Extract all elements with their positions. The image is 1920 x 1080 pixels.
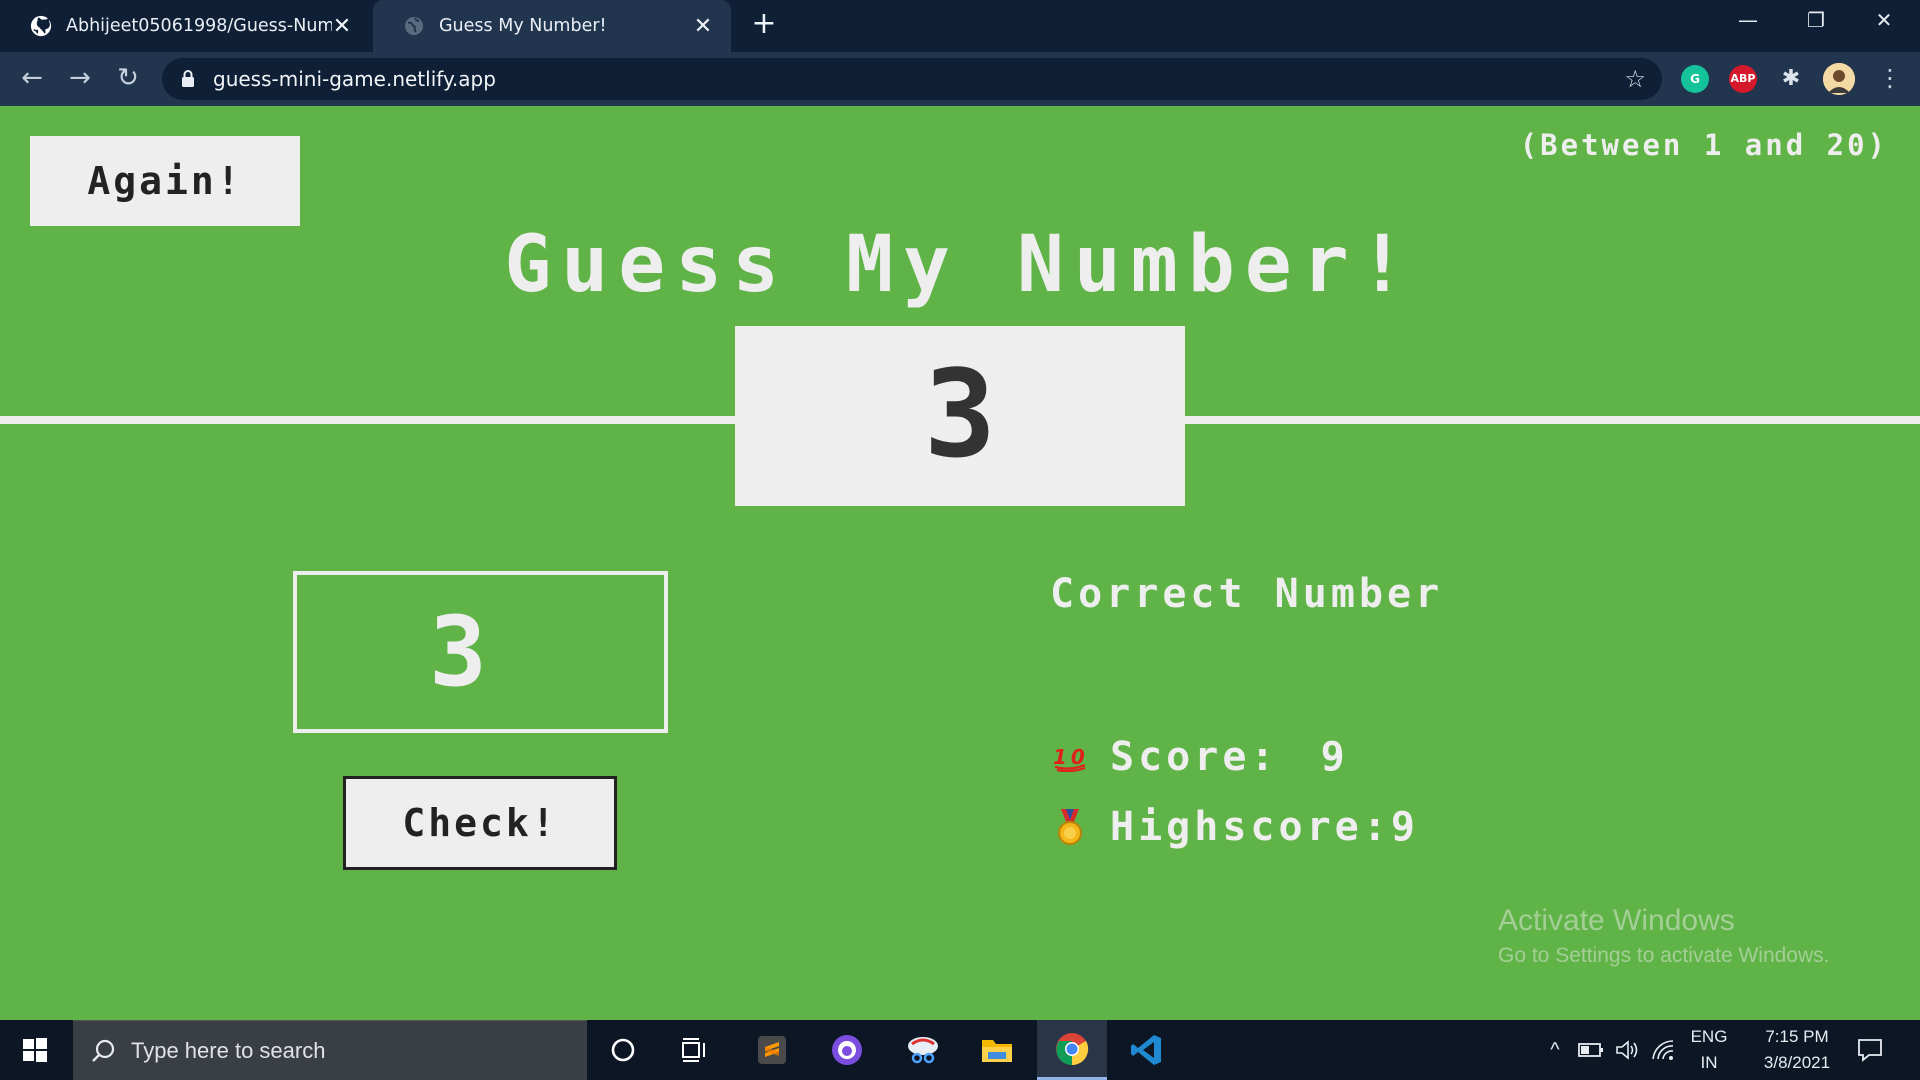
result-message: Correct Number xyxy=(1050,571,1444,617)
highscore-label: Highscore: xyxy=(1110,804,1391,850)
restore-icon[interactable]: ❐ xyxy=(1782,0,1850,44)
score-label: Score: xyxy=(1110,734,1307,780)
github-icon xyxy=(30,15,52,37)
tab-github[interactable]: Abhijeet05061998/Guess-Number-Game ✕ xyxy=(0,0,370,52)
snipping-tool-icon[interactable] xyxy=(888,1020,958,1080)
highscore-value: 9 xyxy=(1390,804,1419,850)
adblock-icon[interactable]: ABP xyxy=(1729,65,1757,93)
again-button[interactable]: Again! xyxy=(30,136,300,226)
search-placeholder: Type here to search xyxy=(131,1038,326,1063)
wifi-icon[interactable] xyxy=(1648,1020,1678,1080)
tab-title: Abhijeet05061998/Guess-Number-Game xyxy=(66,16,332,36)
clock-date: 3/8/2021 xyxy=(1763,1053,1831,1072)
page-title: Guess My Number! xyxy=(504,220,1416,310)
score-row: 100 Score: 9 xyxy=(1050,734,1349,780)
close-tab-icon[interactable]: ✕ xyxy=(332,14,352,39)
forward-arrow-icon[interactable]: → xyxy=(62,60,98,96)
secret-number-box: 3 xyxy=(735,326,1185,506)
browser-tab-strip: Abhijeet05061998/Guess-Number-Game ✕ Gue… xyxy=(0,0,1920,52)
watermark-title: Activate Windows xyxy=(1498,904,1735,937)
battery-icon[interactable] xyxy=(1576,1020,1606,1080)
taskbar-search[interactable]: Type here to search xyxy=(73,1020,587,1080)
new-tab-button[interactable]: + xyxy=(748,9,780,41)
reload-icon[interactable]: ↻ xyxy=(110,60,146,96)
score-value: 9 xyxy=(1320,734,1349,780)
lock-icon xyxy=(180,69,198,89)
puzzle-icon[interactable]: ✱ xyxy=(1777,65,1805,93)
system-clock[interactable]: 7:15 PM 3/8/2021 xyxy=(1742,1024,1852,1076)
hundred-points-icon: 100 xyxy=(1050,742,1090,772)
chrome-icon[interactable] xyxy=(1037,1020,1107,1080)
adblock-label: ABP xyxy=(1730,72,1756,85)
game-page: Again! (Between 1 and 20) Guess My Numbe… xyxy=(0,106,1920,1020)
file-explorer-icon[interactable] xyxy=(962,1020,1032,1080)
browser-toolbar: ← → ↻ guess-mini-game.netlify.app ☆ G AB… xyxy=(0,52,1920,106)
guess-input[interactable] xyxy=(293,571,668,733)
activate-windows-watermark: Activate Windows Go to Settings to activ… xyxy=(1498,904,1830,968)
volume-icon[interactable] xyxy=(1612,1020,1642,1080)
windows-start-icon[interactable] xyxy=(0,1020,70,1080)
sublime-text-icon[interactable] xyxy=(737,1020,807,1080)
back-arrow-icon[interactable]: ← xyxy=(14,60,50,96)
notification-icon[interactable] xyxy=(1850,1020,1890,1080)
cortana-icon[interactable] xyxy=(588,1020,658,1080)
clock-time: 7:15 PM xyxy=(1765,1027,1829,1046)
tab-title: Guess My Number! xyxy=(439,16,607,36)
search-icon xyxy=(91,1038,117,1068)
highscore-row: Highscore: 9 xyxy=(1050,804,1419,850)
close-window-icon[interactable]: ✕ xyxy=(1850,0,1918,44)
minimize-icon[interactable]: — xyxy=(1714,0,1782,44)
range-hint: (Between 1 and 20) xyxy=(1519,128,1888,162)
watermark-subtitle: Go to Settings to activate Windows. xyxy=(1498,944,1830,967)
check-button[interactable]: Check! xyxy=(343,776,617,870)
menu-kebab-icon[interactable]: ⋮ xyxy=(1872,60,1908,96)
close-tab-icon[interactable]: ✕ xyxy=(693,14,713,39)
globe-icon xyxy=(403,15,425,37)
language-code: ENG xyxy=(1690,1027,1728,1046)
chevron-up-icon[interactable]: ^ xyxy=(1540,1020,1570,1080)
bookmark-star-icon[interactable]: ☆ xyxy=(1624,58,1646,100)
region-code: IN xyxy=(1700,1053,1718,1072)
github-desktop-icon[interactable] xyxy=(812,1020,882,1080)
tab-guess-my-number[interactable]: Guess My Number! ✕ xyxy=(373,0,731,52)
windows-taskbar: Type here to search ^ ENG IN 7:15 PM 3/8… xyxy=(0,1020,1920,1080)
vscode-icon[interactable] xyxy=(1112,1020,1182,1080)
medal-icon xyxy=(1050,808,1090,846)
task-view-icon[interactable] xyxy=(660,1020,730,1080)
language-indicator[interactable]: ENG IN xyxy=(1684,1024,1734,1076)
avatar[interactable] xyxy=(1823,63,1855,95)
grammarly-icon[interactable]: G xyxy=(1681,65,1709,93)
url-text: guess-mini-game.netlify.app xyxy=(213,67,496,91)
address-bar[interactable]: guess-mini-game.netlify.app ☆ xyxy=(162,58,1662,100)
